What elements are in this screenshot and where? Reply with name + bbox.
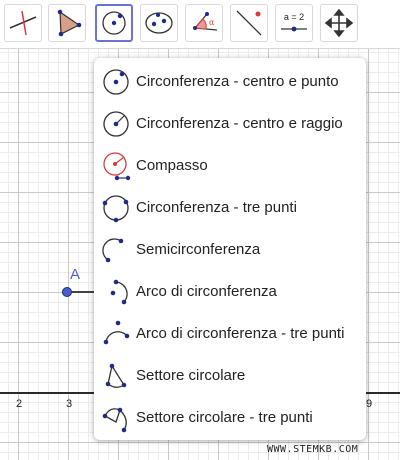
tool-angle[interactable]: α (185, 4, 223, 42)
arc-three-points-icon (103, 320, 130, 345)
tool-conic[interactable] (140, 4, 178, 42)
toolbar: α a = 2 (0, 0, 400, 49)
conic-ellipse-icon (145, 12, 173, 34)
menu-item-label: Settore circolare - tre punti (136, 409, 313, 426)
tool-circle-center-point[interactable] (95, 4, 133, 42)
menu-item-semicircle[interactable]: Semicirconferenza (94, 229, 366, 271)
menu-item-label: Circonferenza - centro e punto (136, 73, 339, 90)
svg-text:α: α (209, 18, 215, 27)
menu-item-arc-three-points[interactable]: Arco di circonferenza - tre punti (94, 313, 366, 355)
polygon-icon (57, 9, 82, 37)
point-a[interactable] (62, 287, 72, 297)
move-view-icon (324, 8, 354, 38)
compass-icon (103, 152, 131, 181)
menu-item-sector[interactable]: Settore circolare (94, 355, 366, 397)
x-tick-2: 2 (15, 398, 23, 410)
menu-item-label: Arco di circonferenza - tre punti (136, 325, 345, 342)
tool-move-view[interactable] (320, 4, 358, 42)
circle-three-points-icon (102, 195, 129, 223)
menu-item-label: Arco di circonferenza (136, 283, 277, 300)
menu-item-arc[interactable]: Arco di circonferenza (94, 271, 366, 313)
circle-center-point-icon (102, 11, 126, 35)
menu-item-compass[interactable]: Compasso (94, 145, 366, 187)
menu-item-label: Settore circolare (136, 367, 246, 384)
menu-item-circle-center-radius[interactable]: Circonferenza - centro e raggio (94, 103, 366, 145)
menu-item-circle-three-points[interactable]: Circonferenza - tre punti (94, 187, 366, 229)
tool-slider[interactable]: a = 2 (275, 4, 313, 42)
sector-icon (105, 363, 127, 388)
menu-item-circle-center-point[interactable]: Circonferenza - centro e punto (94, 61, 366, 103)
menu-item-label: Circonferenza - tre punti (136, 199, 297, 216)
circle-center-radius-icon (103, 111, 129, 137)
slider-icon-text: a = 2 (284, 12, 304, 22)
point-a-label: A (70, 266, 81, 283)
sector-three-points-icon (102, 407, 127, 433)
tool-reflect[interactable] (230, 4, 268, 42)
menu-item-label: Compasso (136, 157, 208, 174)
angle-icon: α (193, 12, 218, 31)
arc-icon (110, 279, 128, 305)
watermark: WWW.STEMKB.COM (267, 444, 359, 455)
slider-icon: a = 2 (281, 12, 307, 32)
menu-item-label: Semicirconferenza (136, 241, 261, 258)
reflect-line-icon (236, 10, 262, 36)
menu-item-label: Circonferenza - centro e raggio (136, 115, 343, 132)
tool-move-line[interactable] (4, 4, 42, 42)
menu-item-sector-three-points[interactable]: Settore circolare - tre punti (94, 397, 366, 439)
x-tick-9: 9 (365, 398, 373, 410)
x-tick-3: 3 (65, 398, 73, 410)
semicircle-icon (102, 238, 124, 263)
circle-center-point-icon (103, 69, 129, 95)
move-line-icon (9, 10, 37, 36)
circle-tools-menu: Circonferenza - centro e punto Circonfer… (94, 58, 366, 440)
tool-polygon[interactable] (48, 4, 86, 42)
